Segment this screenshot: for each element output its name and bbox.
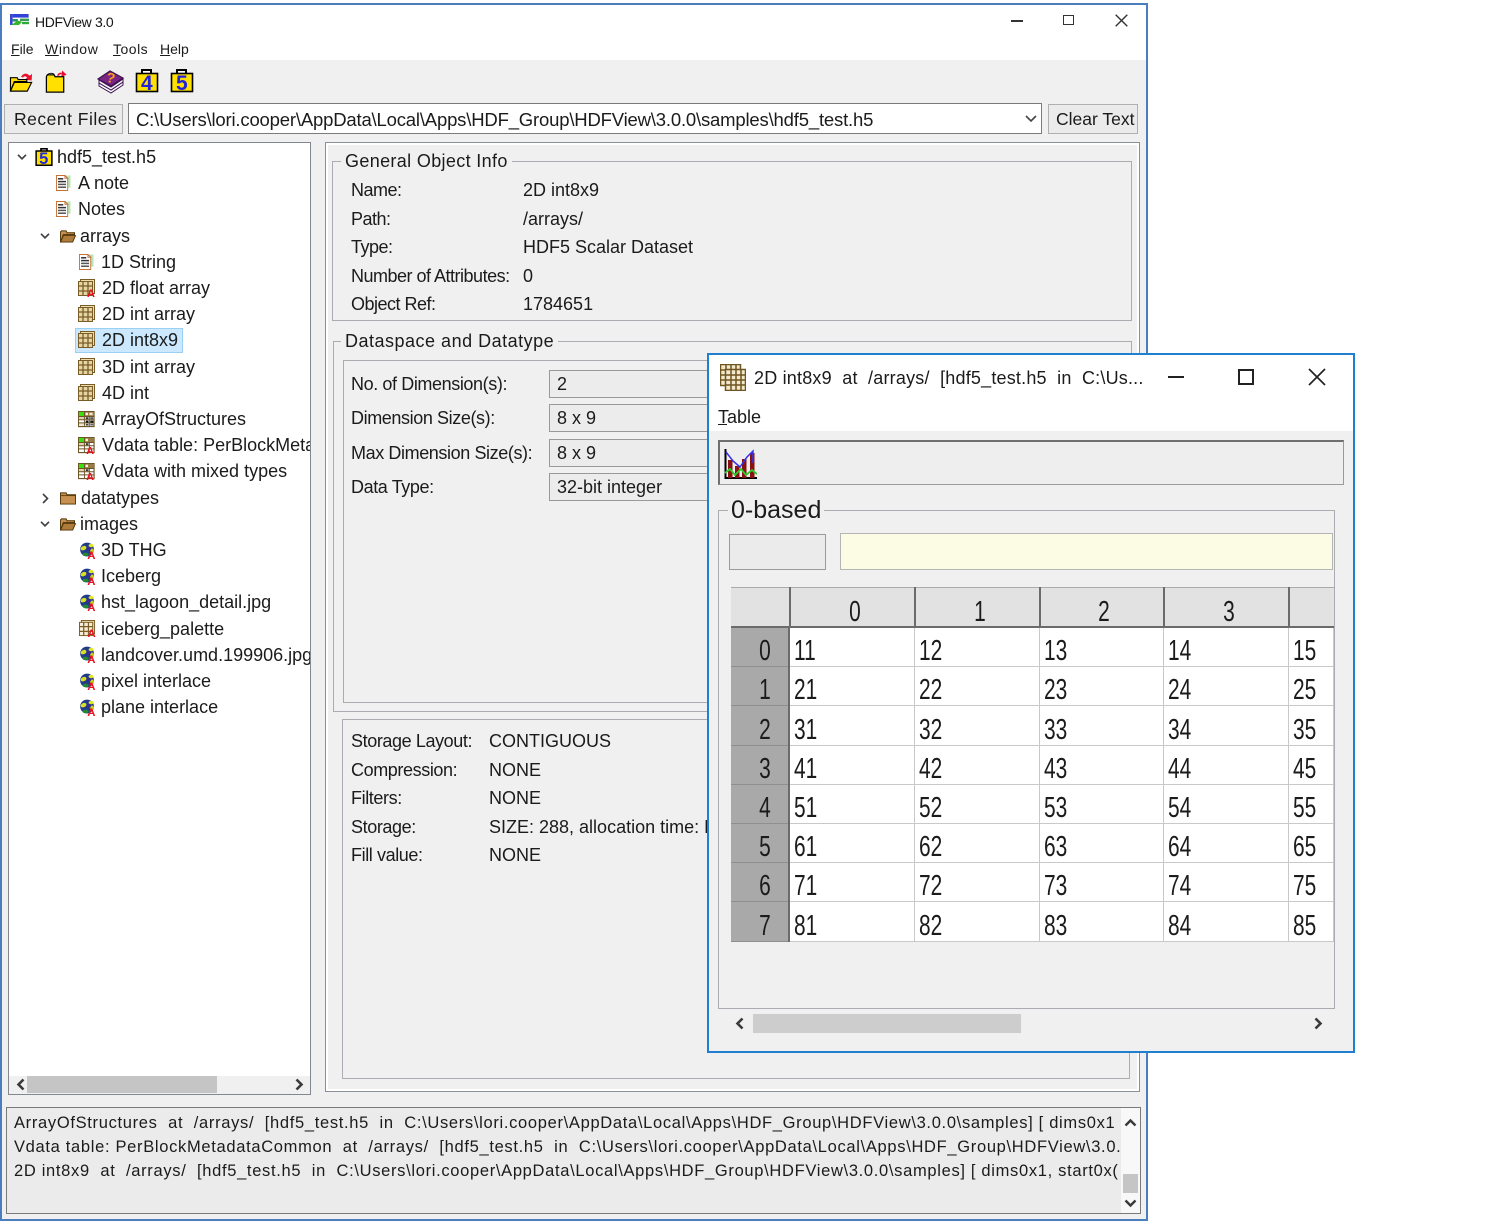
svg-text:5: 5 bbox=[176, 72, 188, 93]
svg-text:4: 4 bbox=[141, 72, 153, 93]
